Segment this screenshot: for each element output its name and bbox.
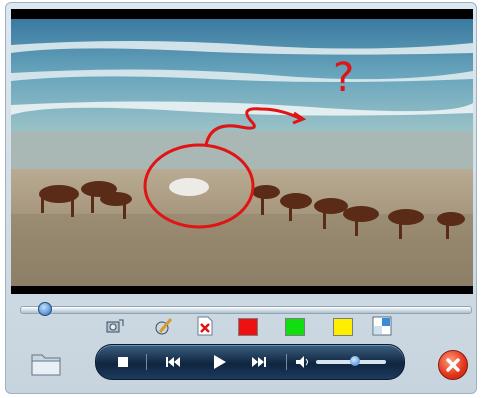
volume-thumb[interactable] xyxy=(349,356,360,366)
seek-thumb[interactable] xyxy=(37,302,52,316)
volume-slider[interactable] xyxy=(316,356,386,366)
close-button[interactable] xyxy=(438,350,468,380)
screenshot-icon[interactable] xyxy=(105,316,125,336)
next-icon[interactable] xyxy=(250,353,268,371)
separator xyxy=(146,354,147,370)
pen-color-red[interactable] xyxy=(238,318,258,336)
playback-controls xyxy=(95,344,405,380)
video-frame[interactable]: ? xyxy=(11,9,473,294)
pen-color-yellow[interactable] xyxy=(333,318,353,336)
open-file-icon[interactable] xyxy=(30,349,62,377)
annotation-text: ? xyxy=(333,55,354,101)
stop-icon[interactable] xyxy=(114,353,132,371)
pen-color-green[interactable] xyxy=(285,318,305,336)
close-icon xyxy=(446,358,460,372)
previous-icon[interactable] xyxy=(164,353,182,371)
seek-bar[interactable] xyxy=(20,302,472,316)
pen-icon[interactable] xyxy=(154,316,174,336)
volume-icon[interactable] xyxy=(294,353,312,371)
clear-drawing-icon[interactable] xyxy=(195,316,215,336)
video-scene: ? xyxy=(11,9,473,294)
white-horse xyxy=(169,178,209,196)
play-icon[interactable] xyxy=(210,353,228,371)
window-layout-icon[interactable] xyxy=(372,316,392,336)
separator xyxy=(286,354,287,370)
